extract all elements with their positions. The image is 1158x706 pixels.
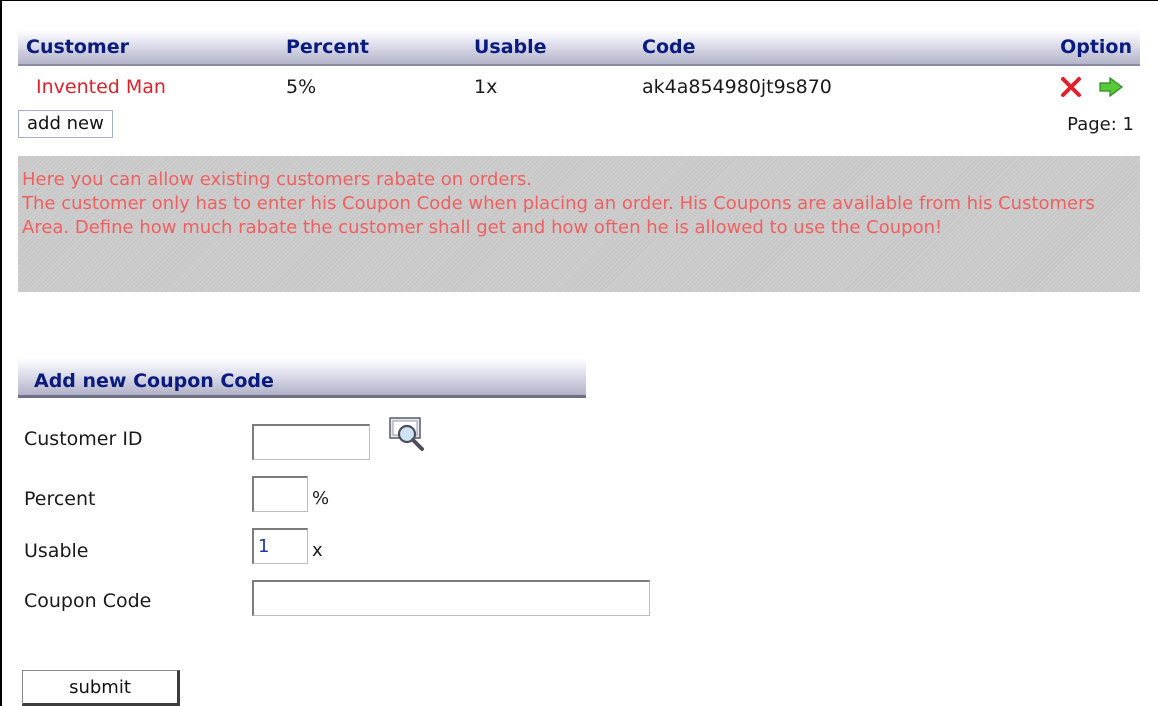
usable-input[interactable] bbox=[252, 528, 308, 564]
row-code: ak4a854980jt9s870 bbox=[642, 76, 832, 98]
col-header-percent: Percent bbox=[286, 36, 369, 58]
row-options bbox=[1060, 76, 1124, 98]
customer-id-label: Customer ID bbox=[24, 428, 143, 450]
table-footer: add new Page: 1 bbox=[18, 110, 1140, 148]
percent-label: Percent bbox=[24, 488, 96, 510]
row-customer-link[interactable]: Invented Man bbox=[36, 76, 166, 98]
percent-suffix: % bbox=[312, 488, 330, 509]
col-header-option: Option bbox=[1060, 36, 1132, 58]
info-box: Here you can allow existing customers ra… bbox=[18, 156, 1140, 292]
info-line-1: Here you can allow existing customers ra… bbox=[22, 169, 532, 190]
coupons-panel: Customer Percent Usable Code Option Inve… bbox=[18, 30, 1140, 292]
coupon-table-header: Customer Percent Usable Code Option bbox=[18, 30, 1140, 66]
customer-lookup-icon[interactable] bbox=[388, 416, 428, 452]
percent-input[interactable] bbox=[252, 476, 308, 512]
pager-label: Page: 1 bbox=[1067, 114, 1134, 135]
coupon-code-label: Coupon Code bbox=[24, 590, 152, 612]
customer-id-input[interactable] bbox=[252, 424, 370, 460]
add-new-button[interactable]: add new bbox=[18, 110, 113, 138]
frame-top-border bbox=[0, 0, 1158, 1]
col-header-customer: Customer bbox=[26, 36, 129, 58]
delete-icon[interactable] bbox=[1060, 76, 1082, 98]
usable-label: Usable bbox=[24, 540, 89, 562]
edit-arrow-icon[interactable] bbox=[1098, 76, 1124, 98]
row-usable: 1x bbox=[474, 76, 498, 98]
usable-suffix: x bbox=[312, 540, 323, 561]
form-title: Add new Coupon Code bbox=[18, 358, 586, 398]
row-percent: 5% bbox=[286, 76, 317, 98]
col-header-usable: Usable bbox=[474, 36, 547, 58]
info-line-2: The customer only has to enter his Coupo… bbox=[22, 193, 1095, 238]
col-header-code: Code bbox=[642, 36, 696, 58]
table-row: Invented Man 5% 1x ak4a854980jt9s870 bbox=[18, 66, 1140, 110]
frame-left-border bbox=[0, 0, 2, 706]
submit-button[interactable]: submit bbox=[22, 670, 180, 706]
coupon-code-input[interactable] bbox=[252, 580, 650, 616]
